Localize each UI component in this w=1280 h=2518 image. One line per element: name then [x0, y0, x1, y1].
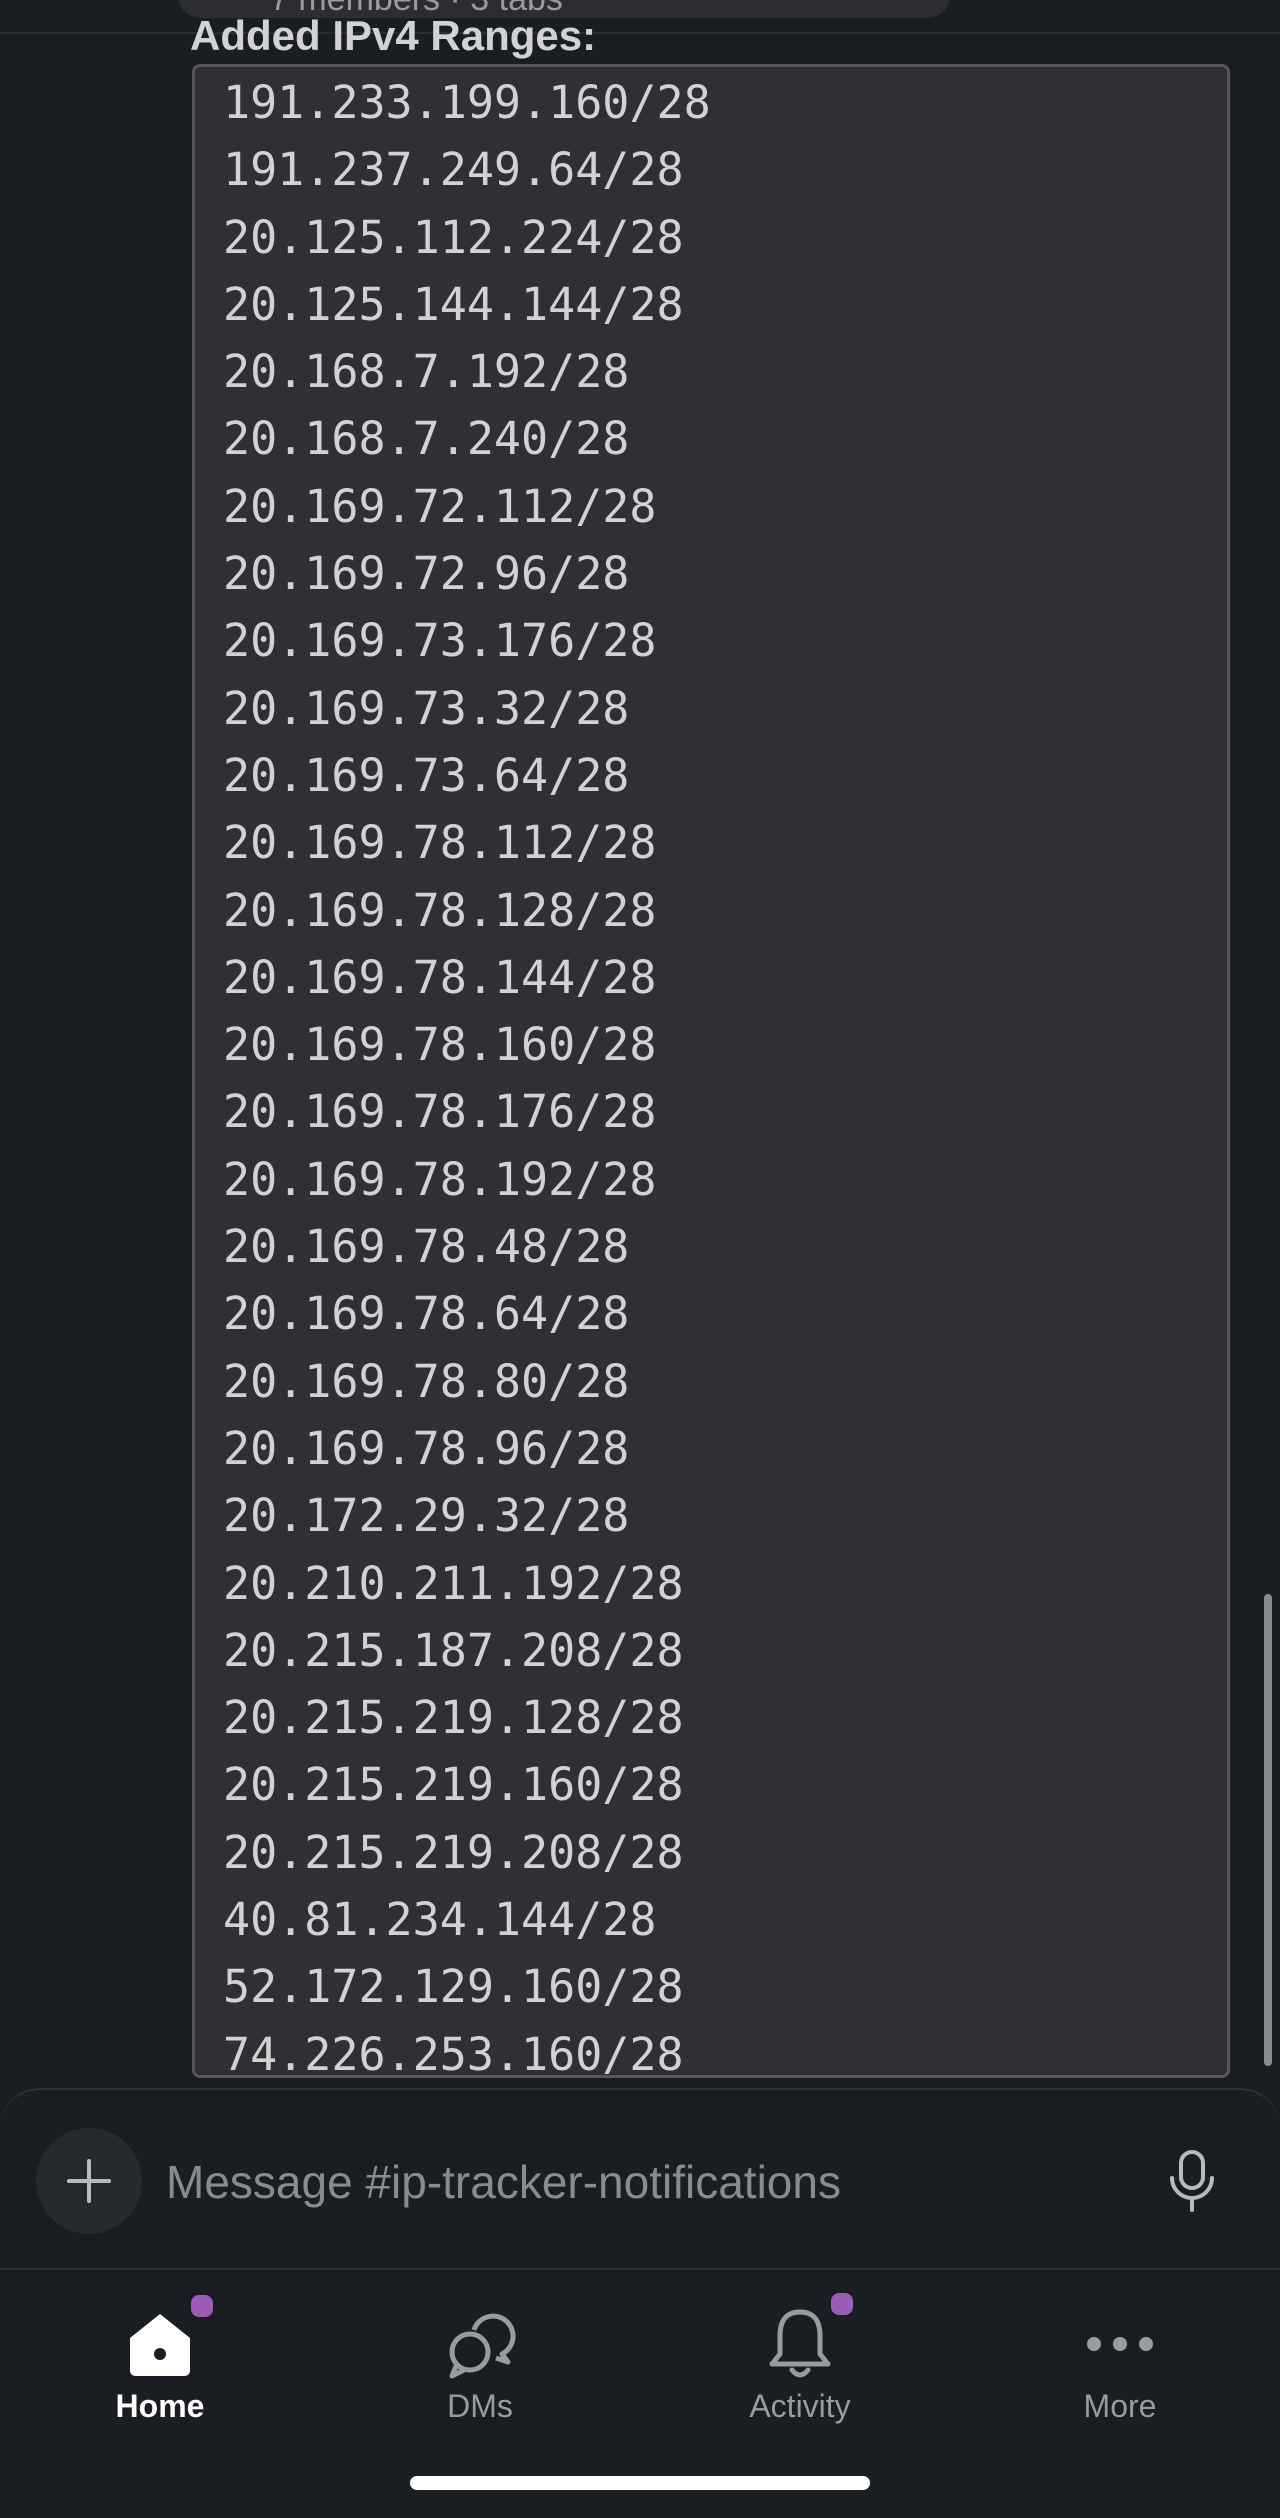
tab-activity-label: Activity — [749, 2388, 851, 2424]
ip-range-item: 20.215.187.208/28 — [223, 1623, 684, 1677]
ip-range-item: 20.169.78.96/28 — [223, 1421, 630, 1475]
ip-range-item: 20.169.72.96/28 — [223, 547, 630, 601]
ip-range-item: 20.169.78.176/28 — [223, 1085, 657, 1139]
ip-range-item: 20.125.144.144/28 — [223, 277, 684, 331]
home-notification-dot — [188, 2292, 216, 2320]
ip-range-item: 74.226.253.160/28 — [223, 2027, 684, 2078]
tab-more-label: More — [1083, 2388, 1157, 2424]
tab-dms[interactable]: DMs — [360, 2292, 600, 2432]
ip-range-item: 20.169.78.80/28 — [223, 1354, 630, 1408]
ip-range-item: 20.172.29.32/28 — [223, 1489, 630, 1543]
ip-range-item: 20.169.78.192/28 — [223, 1152, 657, 1206]
more-icon — [1087, 2337, 1153, 2351]
scrollbar[interactable] — [1264, 1594, 1272, 2066]
activity-notification-dot — [828, 2290, 856, 2318]
ip-range-item: 20.169.78.112/28 — [223, 816, 657, 870]
ip-range-item: 20.169.78.128/28 — [223, 883, 657, 937]
ip-range-item: 20.215.219.208/28 — [223, 1825, 684, 1879]
tab-home[interactable]: Home — [40, 2292, 280, 2432]
message-input[interactable] — [166, 2144, 1146, 2220]
ip-range-item: 20.169.73.32/28 — [223, 681, 630, 735]
ip-range-item: 191.237.249.64/28 — [223, 143, 684, 197]
home-icon — [130, 2314, 190, 2376]
tab-activity[interactable]: Activity — [680, 2290, 920, 2432]
ip-range-item: 20.215.219.160/28 — [223, 1758, 684, 1812]
ip-range-list: 191.233.199.160/28 191.237.249.64/28 20.… — [195, 67, 1227, 2078]
message-composer — [0, 2088, 1280, 2268]
ip-range-item: 52.172.129.160/28 — [223, 1960, 684, 2014]
ip-range-item: 20.215.219.128/28 — [223, 1691, 684, 1745]
microphone-icon — [1170, 2150, 1214, 2212]
plus-icon — [67, 2159, 111, 2203]
ip-range-item: 20.169.78.48/28 — [223, 1220, 630, 1274]
ip-range-item: 20.168.7.192/28 — [223, 345, 630, 399]
ip-range-item: 20.125.112.224/28 — [223, 210, 684, 264]
voice-message-button[interactable] — [1164, 2148, 1220, 2216]
add-attachment-button[interactable] — [36, 2128, 142, 2234]
ip-range-item: 191.233.199.160/28 — [223, 76, 711, 129]
ip-range-item: 20.169.78.160/28 — [223, 1018, 657, 1072]
home-indicator — [410, 2476, 870, 2490]
section-heading: Added IPv4 Ranges: — [190, 12, 597, 59]
ip-range-item: 20.210.211.192/28 — [223, 1556, 684, 1610]
tab-home-label: Home — [115, 2388, 205, 2424]
tab-dms-label: DMs — [447, 2388, 513, 2424]
ip-range-item: 20.169.78.64/28 — [223, 1287, 630, 1341]
ip-range-item: 20.169.73.64/28 — [223, 748, 630, 802]
dms-icon — [449, 2313, 516, 2379]
ip-range-item: 20.169.78.144/28 — [223, 950, 657, 1004]
tab-more[interactable]: More — [1000, 2292, 1240, 2432]
ip-range-item: 20.169.72.112/28 — [223, 479, 657, 533]
ip-range-code-block: 191.233.199.160/28 191.237.249.64/28 20.… — [192, 64, 1230, 2078]
ip-range-item: 20.169.73.176/28 — [223, 614, 657, 668]
bell-icon — [769, 2309, 831, 2378]
ip-range-item: 40.81.234.144/28 — [223, 1893, 657, 1947]
ip-range-item: 20.168.7.240/28 — [223, 412, 630, 466]
